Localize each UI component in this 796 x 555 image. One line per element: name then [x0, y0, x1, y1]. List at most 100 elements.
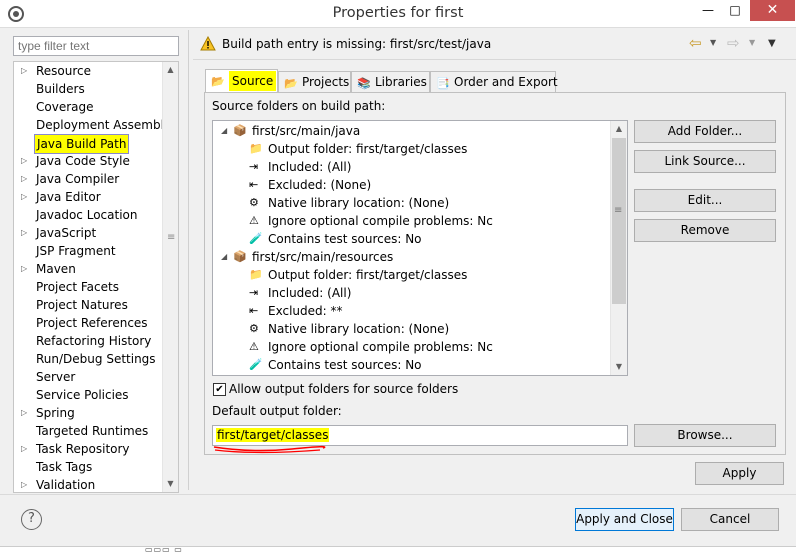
tree-item-label: Maven	[36, 262, 76, 276]
entry-text: Contains test sources: No	[268, 358, 422, 372]
add-folder-button[interactable]: Add Folder...	[634, 120, 776, 143]
tree-item-label: Project Natures	[36, 298, 128, 312]
excluded-icon: ⇤	[249, 304, 259, 317]
allow-output-folders-label: Allow output folders for source folders	[229, 382, 459, 396]
tree-item-label: Java Editor	[36, 190, 101, 204]
tree-item-label: Validation	[36, 478, 96, 492]
tree-item-label: Deployment Assembly	[36, 118, 172, 132]
tree-item-label: Task Repository	[36, 442, 130, 456]
source-folders-tree[interactable]: 🧪 Contains test sources: No ⚠ Ignore option…	[212, 120, 628, 376]
collapse-arrow-icon[interactable]: ◢	[221, 248, 227, 266]
apply-and-close-button[interactable]: Apply and Close	[575, 508, 674, 531]
warning-icon	[200, 36, 216, 51]
banner-message: Build path entry is missing: first/src/t…	[222, 37, 492, 51]
package-folder-icon: 📦	[233, 124, 247, 137]
browse-button[interactable]: Browse...	[634, 424, 776, 447]
entry-text: Native library location: (None)	[268, 322, 450, 336]
filter-input[interactable]	[13, 36, 179, 56]
included-icon: ⇥	[249, 286, 259, 299]
expand-arrow-icon[interactable]: ▷	[21, 62, 27, 80]
help-icon[interactable]: ?	[21, 509, 42, 530]
remove-button[interactable]: Remove	[634, 219, 776, 242]
order-export-icon: 📑	[436, 77, 450, 90]
expand-arrow-icon[interactable]: ▷	[21, 440, 27, 458]
apply-button[interactable]: Apply	[695, 462, 784, 485]
ignore-problems-icon: ⚠	[249, 214, 259, 227]
scroll-up-icon[interactable]: ▲	[163, 62, 178, 78]
forward-arrow-icon[interactable]: ⇨	[727, 34, 740, 52]
scroll-thumb[interactable]	[612, 138, 626, 304]
expand-arrow-icon[interactable]: ▷	[21, 152, 27, 170]
scroll-up-icon[interactable]: ▲	[611, 121, 627, 137]
libraries-icon: 📚	[357, 77, 371, 90]
excluded-icon: ⇤	[249, 178, 259, 191]
link-source-button[interactable]: Link Source...	[634, 150, 776, 173]
tree-item-label: Server	[36, 370, 76, 384]
projects-icon: 📂	[284, 77, 298, 90]
title-bar: Properties for first — □ ✕	[0, 0, 796, 28]
native-library-icon: ⚙	[249, 196, 259, 209]
entry-text: Included: (All)	[268, 286, 352, 300]
edit-button[interactable]: Edit...	[634, 189, 776, 212]
entry-text: Contains test sources: No	[268, 232, 422, 246]
scroll-grip-icon[interactable]: ≡	[167, 232, 175, 243]
expand-arrow-icon[interactable]: ▷	[21, 476, 27, 492]
tree-item-label: Service Policies	[36, 388, 129, 402]
tree-item-label: Java Build Path	[34, 134, 130, 154]
cancel-button[interactable]: Cancel	[681, 508, 779, 531]
tab-source[interactable]: 📂 Source	[205, 69, 278, 93]
tree-item-label: Refactoring History	[36, 334, 152, 348]
scroll-grip-icon[interactable]: ≡	[614, 205, 622, 216]
included-icon: ⇥	[249, 160, 259, 173]
back-arrow-icon[interactable]: ⇦	[689, 34, 702, 52]
tree-item-label: Run/Debug Settings	[36, 352, 156, 366]
red-underline-annotation	[213, 445, 326, 454]
expand-arrow-icon[interactable]: ▷	[21, 404, 27, 422]
native-library-icon: ⚙	[249, 322, 259, 335]
collapse-arrow-icon[interactable]: ◢	[221, 122, 227, 140]
tree-item-label: Java Code Style	[36, 154, 130, 168]
tree-item-label: Project Facets	[36, 280, 119, 294]
property-pages-tree: ▷ Validation Task Tags ▷ Task Repository Targ…	[13, 61, 179, 493]
allow-output-folders-checkbox[interactable]: ✔	[213, 383, 226, 396]
output-folder-icon: 📁	[249, 268, 263, 281]
tab-projects[interactable]: 📂 Projects	[278, 71, 351, 93]
expand-arrow-icon[interactable]: ▷	[21, 188, 27, 206]
entry-text: Output folder: first/target/classes	[268, 268, 468, 282]
tree-scrollbar[interactable]: ▲ ≡ ▼	[162, 62, 178, 492]
splitter[interactable]	[188, 30, 189, 490]
back-dropdown-icon[interactable]: ▼	[710, 38, 716, 47]
package-folder-icon: 📦	[233, 250, 247, 263]
default-output-folder-label: Default output folder:	[212, 404, 342, 418]
maximize-button[interactable]: □	[722, 0, 748, 21]
test-sources-icon: 🧪	[249, 358, 263, 371]
tree-item-label: Targeted Runtimes	[36, 424, 149, 438]
tree-item-label: Javadoc Location	[36, 208, 138, 222]
tab-libraries[interactable]: 📚 Libraries	[351, 71, 430, 93]
tree-item-label: Builders	[36, 82, 85, 96]
entry-text: Output folder: first/target/classes	[268, 142, 468, 156]
tree-item-label: Spring	[36, 406, 75, 420]
entry-text: Excluded: **	[268, 304, 343, 318]
minimize-button[interactable]: —	[695, 0, 721, 21]
expand-arrow-icon[interactable]: ▷	[21, 224, 27, 242]
tree-item-label: Coverage	[36, 100, 94, 114]
default-output-folder-value: first/target/classes	[216, 428, 330, 442]
entry-text: Excluded: (None)	[268, 178, 372, 192]
scroll-down-icon[interactable]: ▼	[163, 476, 178, 492]
close-button[interactable]: ✕	[750, 0, 795, 21]
tree-item-label: Task Tags	[36, 460, 93, 474]
source-tree-scrollbar[interactable]: ▲ ≡ ▼	[610, 121, 627, 375]
tab-order-and-export[interactable]: 📑 Order and Export	[430, 71, 558, 93]
view-menu-icon[interactable]: ▼	[768, 38, 776, 49]
background-window-strip: ▭▭▭ ▭	[0, 545, 796, 555]
output-folder-icon: 📁	[249, 142, 263, 155]
entry-text: first/src/main/resources	[252, 250, 394, 264]
scroll-down-icon[interactable]: ▼	[611, 359, 627, 375]
expand-arrow-icon[interactable]: ▷	[21, 170, 27, 188]
forward-dropdown-icon[interactable]: ▼	[749, 38, 755, 47]
ignore-problems-icon: ⚠	[249, 340, 259, 353]
message-banner: Build path entry is missing: first/src/t…	[193, 30, 796, 60]
entry-text: first/src/main/java	[252, 124, 361, 138]
expand-arrow-icon[interactable]: ▷	[21, 260, 27, 278]
